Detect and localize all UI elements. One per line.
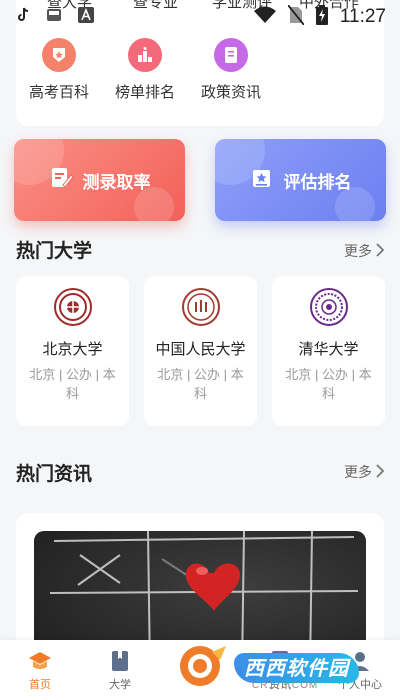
category-row: 高考百科 榜单排名 政策资讯 [16, 38, 274, 102]
university-card-tsinghua[interactable]: 清华大学 北京 | 公办 | 本科 [272, 276, 385, 426]
nav-label: 首页 [29, 678, 51, 691]
category-label: 高考百科 [28, 84, 89, 101]
watermark: 西西软件园 CR173.COM [176, 642, 386, 694]
category-gaokao-wiki[interactable]: 高考百科 [16, 38, 102, 102]
book-icon [110, 650, 130, 675]
no-sim-icon [287, 3, 305, 30]
hot-universities-title: 热门大学 [16, 241, 93, 262]
tiktok-icon [16, 7, 30, 28]
watermark-logo-icon [176, 644, 228, 693]
graduation-cap-icon [28, 650, 52, 675]
nav-university[interactable]: 大学 [80, 640, 160, 700]
decor-bubble [335, 187, 375, 221]
chevron-right-icon [376, 242, 385, 260]
chevron-right-icon [376, 463, 385, 481]
ranking-eval-label: 评估排名 [283, 172, 352, 192]
a-font-icon [78, 6, 94, 28]
tray-icon [46, 8, 62, 27]
nav-label: 大学 [109, 678, 131, 691]
hot-universities-more-link[interactable]: 更多 [344, 241, 385, 261]
university-meta: 北京 | 公办 | 本科 [29, 367, 116, 401]
nav-home[interactable]: 首页 [0, 640, 80, 700]
battery-charging-icon [315, 4, 328, 30]
podium-icon [128, 38, 162, 72]
tsinghua-logo-icon [309, 288, 348, 326]
university-meta: 北京 | 公办 | 本科 [157, 367, 244, 401]
ranking-eval-button[interactable]: 评估排名 [215, 139, 386, 221]
category-label: 榜单排名 [114, 84, 175, 101]
more-label: 更多 [344, 243, 372, 259]
university-meta: 北京 | 公办 | 本科 [285, 367, 372, 401]
pku-logo-icon [53, 288, 92, 326]
university-name: 北京大学 [42, 341, 103, 358]
hot-news-more-link[interactable]: 更多 [344, 462, 385, 482]
university-name: 清华大学 [298, 341, 359, 358]
news-cover-image[interactable] [34, 531, 366, 653]
admission-rate-label: 测录取率 [82, 172, 151, 192]
watermark-text: 西西软件园 [234, 653, 359, 683]
ruc-logo-icon [181, 288, 220, 326]
decor-bubble [134, 187, 174, 221]
category-label: 政策资讯 [200, 84, 261, 101]
category-policy-news[interactable]: 政策资讯 [188, 38, 274, 102]
watermark-sub: CR173.COM [252, 680, 319, 691]
university-name: 中国人民大学 [155, 341, 246, 358]
hot-news-title: 热门资讯 [16, 464, 93, 485]
news-card[interactable] [16, 513, 384, 653]
more-label: 更多 [344, 464, 372, 480]
document-icon [214, 38, 248, 72]
category-rankings[interactable]: 榜单排名 [102, 38, 188, 102]
university-card-ruc[interactable]: 中国人民大学 北京 | 公办 | 本科 [144, 276, 257, 426]
clock: 11:27 [339, 6, 386, 27]
status-bar: 11:27 [0, 0, 400, 34]
badge-icon [42, 38, 76, 72]
admission-rate-button[interactable]: 测录取率 [14, 139, 185, 221]
university-card-pku[interactable]: 北京大学 北京 | 公办 | 本科 [16, 276, 129, 426]
wifi-icon [253, 6, 276, 29]
